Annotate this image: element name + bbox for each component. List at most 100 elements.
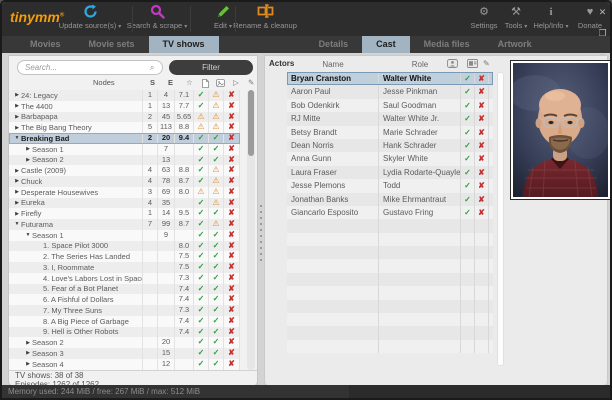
actor-entry-missing-icon: ✘ — [475, 98, 489, 113]
cast-header-name[interactable]: Name — [287, 60, 379, 69]
tv-show-tree: ▶ 24: Legacy 1 4 7.1 ✓ ⚠ ✘ ▶ The 4400 1 13 7.7 ✓ ⚠ ✘ ▶ Ba… — [9, 90, 240, 370]
tree-row[interactable]: ▶ Season 1 7 ✓ ✓ ✘ — [9, 143, 240, 155]
tree-row[interactable]: ▶ Castle (2009) 4 63 8.8 ✓ ⚠ ✘ — [9, 165, 240, 176]
tree-scrollbar-thumb[interactable] — [248, 90, 254, 156]
tree-row[interactable]: ▶ The Big Bang Theory 5 113 8.8 ⚠ ⚠ ✘ — [9, 122, 240, 133]
tree-header-episodes[interactable]: E — [168, 78, 173, 87]
rating-star-icon[interactable]: ☆ — [186, 78, 193, 87]
tree-row[interactable]: ▶ 24: Legacy 1 4 7.1 ✓ ⚠ ✘ — [9, 90, 240, 101]
expand-arrow-icon[interactable]: ▶ — [13, 168, 21, 174]
tree-row[interactable]: 8. A Big Piece of Garbage 7.4 ✓ ✓ ✘ — [9, 315, 240, 327]
detail-tab-cast[interactable]: Cast — [362, 36, 410, 53]
detail-tab-media-files[interactable]: Media files — [410, 36, 484, 53]
tab-movies[interactable]: Movies — [16, 36, 75, 53]
watched-missing-icon: ✘ — [224, 154, 240, 166]
collapse-arrow-icon[interactable]: ▼ — [24, 232, 32, 238]
tree-node-label: Barbapapa — [21, 112, 58, 122]
nfo-warning-icon: ⚠ — [194, 186, 209, 198]
tree-scrollbar[interactable] — [247, 90, 255, 370]
cast-row[interactable]: Laura Fraser Lydia Rodarte-Quayle ✓ ✘ — [287, 165, 493, 180]
tree-row[interactable]: ▼ Breaking Bad 2 20 9.4 ✓ ✓ ✘ — [9, 133, 240, 144]
cast-row[interactable]: Jonathan Banks Mike Ehrmantraut ✓ ✘ — [287, 192, 493, 206]
tab-bar: Movies Movie sets TV shows Details Cast Medi… — [2, 36, 610, 53]
expand-arrow-icon[interactable]: ▶ — [24, 361, 32, 367]
expand-arrow-icon[interactable]: ▶ — [13, 178, 21, 184]
tree-row[interactable]: 9. Hell is Other Robots 7.4 ✓ ✓ ✘ — [9, 326, 240, 338]
expand-arrow-icon[interactable]: ▶ — [13, 125, 21, 131]
expand-arrow-icon[interactable]: ▶ — [13, 211, 21, 217]
cast-row[interactable]: Giancarlo Esposito Gustavo Fring ✓ ✘ — [287, 205, 493, 220]
column-config-pencil-icon[interactable]: ✎ — [248, 78, 254, 87]
dropdown-caret-icon: ▾ — [524, 24, 528, 30]
tree-row[interactable]: ▶ Season 3 15 ✓ ✓ ✘ — [9, 348, 240, 359]
trailer-play-icon[interactable]: ▷ — [233, 78, 239, 87]
search-input[interactable] — [17, 60, 163, 75]
expand-arrow-icon[interactable]: ▶ — [24, 146, 32, 152]
nfo-check-icon: ✓ — [194, 229, 209, 241]
tree-row[interactable]: ▶ Season 4 12 ✓ ✓ ✘ — [9, 358, 240, 370]
expand-arrow-icon[interactable]: ▶ — [24, 157, 32, 163]
tree-row[interactable]: 7. My Three Suns 7.3 ✓ ✓ ✘ — [9, 305, 240, 316]
cast-row[interactable]: Betsy Brandt Marie Schrader ✓ ✘ — [287, 125, 493, 139]
tree-header-nodes[interactable]: Nodes — [93, 78, 115, 87]
season-count-cell: 1 — [143, 208, 158, 219]
tree-row[interactable]: ▶ Desperate Housewives 3 69 8.0 ⚠ ⚠ ✘ — [9, 186, 240, 198]
tree-row-label-cell: 9. Hell is Other Robots — [9, 326, 143, 338]
tree-row[interactable]: 5. Fear of a Bot Planet 7.4 ✓ ✓ ✘ — [9, 283, 240, 295]
tree-row[interactable]: ▶ Barbapapa 2 45 5.65 ⚠ ⚠ ✘ — [9, 111, 240, 123]
tree-row[interactable]: 1. Space Pilot 3000 8.0 ✓ ✓ ✘ — [9, 240, 240, 252]
cast-row[interactable]: Bob Odenkirk Saul Goodman ✓ ✘ — [287, 98, 493, 113]
expand-arrow-icon[interactable]: ▶ — [13, 189, 21, 195]
cast-row[interactable]: RJ Mitte Walter White Jr. ✓ ✘ — [287, 112, 493, 126]
tab-movie-sets[interactable]: Movie sets — [75, 36, 149, 53]
expand-arrow-icon[interactable]: ▶ — [13, 200, 21, 206]
expand-arrow-icon[interactable]: ▶ — [13, 114, 21, 120]
cast-row[interactable]: Jesse Plemons Todd ✓ ✘ — [287, 179, 493, 193]
rating-cell: 7.4 — [175, 294, 194, 305]
actor-role-cell: Walter White Jr. — [379, 112, 461, 126]
expand-arrow-icon[interactable]: ▶ — [13, 92, 21, 98]
tree-row[interactable]: ▶ The 4400 1 13 7.7 ✓ ⚠ ✘ — [9, 100, 240, 112]
tree-row[interactable]: ▼ Futurama 7 99 8.7 ✓ ⚠ ✘ — [9, 219, 240, 230]
tree-row[interactable]: ▶ Firefly 1 14 9.5 ✓ ✓ ✘ — [9, 208, 240, 219]
close-window-button[interactable]: ✕ — [596, 6, 609, 19]
actor-role-cell: Marie Schrader — [379, 125, 461, 139]
tree-row[interactable]: 6. A Fishful of Dollars 7.4 ✓ ✓ ✘ — [9, 294, 240, 305]
collapse-arrow-icon[interactable]: ▼ — [13, 135, 21, 141]
expand-arrow-icon[interactable]: ▶ — [24, 340, 32, 346]
detail-tab-artwork[interactable]: Artwork — [484, 36, 546, 53]
empty-cell — [287, 299, 379, 314]
cast-row[interactable]: Anna Gunn Skyler White ✓ ✘ — [287, 152, 493, 166]
tree-row[interactable]: ▼ Season 1 9 ✓ ✓ ✘ — [9, 229, 240, 241]
episode-count-cell: 69 — [158, 186, 175, 198]
collapse-arrow-icon[interactable]: ▼ — [13, 221, 21, 227]
tree-row[interactable]: ▶ Eureka 4 35 ✓ ⚠ ✘ — [9, 197, 240, 209]
tab-tv-shows[interactable]: TV shows — [148, 36, 219, 53]
tree-row[interactable]: 4. Love's Labors Lost in Space 7.3 ✓ ✓ ✘ — [9, 272, 240, 284]
edit-cast-pencil-icon[interactable]: ✎ — [483, 59, 490, 68]
tree-row[interactable]: ▶ Season 2 13 ✓ ✓ ✘ — [9, 154, 240, 166]
tree-row[interactable]: ▶ Chuck 4 78 8.7 ✓ ⚠ ✘ — [9, 176, 240, 187]
tree-row[interactable]: 2. The Series Has Landed 7.5 ✓ ✓ ✘ — [9, 251, 240, 262]
actor-image-icon[interactable] — [447, 59, 458, 69]
actor-entry-icon[interactable] — [467, 59, 478, 69]
episode-count-cell: 15 — [158, 348, 175, 359]
nfo-document-icon[interactable] — [202, 78, 209, 88]
cast-row[interactable]: Dean Norris Hank Schrader ✓ ✘ — [287, 138, 493, 153]
tree-header-seasons[interactable]: S — [150, 78, 155, 87]
tree-row[interactable]: ▶ Season 2 20 ✓ ✓ ✘ — [9, 337, 240, 348]
rating-cell: 8.0 — [175, 240, 194, 252]
expand-arrow-icon[interactable]: ▶ — [24, 350, 32, 356]
cast-row[interactable]: Aaron Paul Jesse Pinkman ✓ ✘ — [287, 85, 493, 99]
detail-tab-details[interactable]: Details — [305, 36, 363, 53]
cast-scrollbar[interactable] — [497, 72, 504, 366]
expand-arrow-icon[interactable]: ▶ — [13, 103, 21, 109]
filter-button[interactable]: Filter — [169, 60, 253, 75]
images-icon[interactable] — [216, 78, 225, 87]
watched-missing-icon: ✘ — [224, 186, 240, 198]
cast-row[interactable]: Bryan Cranston Walter White ✓ ✘ — [287, 72, 493, 86]
actor-name-cell: Laura Fraser — [287, 165, 379, 180]
tree-row[interactable]: 3. I, Roommate 7.5 ✓ ✓ ✘ — [9, 262, 240, 273]
toolbar-help-info-button[interactable]: i Help/Info ▾ — [529, 4, 573, 35]
tree-header: Nodes S E ☆ ▷ ✎ — [9, 78, 257, 90]
